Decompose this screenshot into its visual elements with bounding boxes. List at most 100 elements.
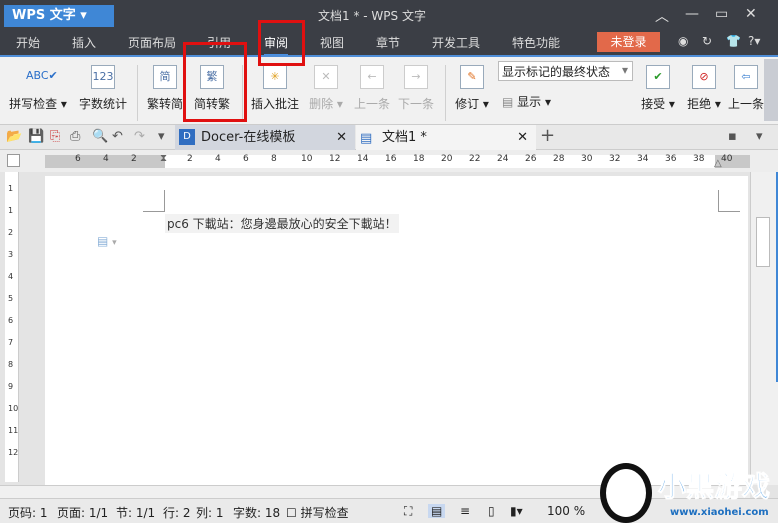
maximize-button[interactable]: ▭ xyxy=(715,6,728,22)
window-title: 文档1 * - WPS 文字 xyxy=(318,9,426,23)
reject-button[interactable]: ⊘ 拒绝 ▾ xyxy=(684,65,724,112)
page-view-icon[interactable]: ▤ xyxy=(428,504,446,518)
tab-features[interactable]: 特色功能 xyxy=(512,34,560,51)
tab-chapter[interactable]: 章节 xyxy=(376,34,400,51)
margin-corner xyxy=(143,190,165,212)
show-button[interactable]: ▤ 显示 ▾ xyxy=(502,93,551,110)
highlight-review-tab xyxy=(258,20,305,66)
tab-list-icon[interactable]: ▪ xyxy=(728,129,737,144)
word-count-button[interactable]: 123 字数统计 xyxy=(76,65,130,112)
word-doc-icon: ▤ xyxy=(360,131,373,146)
document-text[interactable]: pc6 下載站：您身邊最放心的安全下載站！ xyxy=(165,214,399,233)
tab-insert[interactable]: 插入 xyxy=(72,34,96,51)
ruler-tick: 38 xyxy=(693,154,705,164)
close-tab-icon[interactable]: ✕ xyxy=(517,125,528,150)
zoom-level[interactable]: 100 % xyxy=(547,504,585,518)
collapse-ribbon-icon[interactable]: ︿ xyxy=(655,6,669,26)
ruler-tick: 4 xyxy=(103,154,109,164)
reading-view-icon[interactable]: ▮▾ xyxy=(510,504,523,518)
abc-check-icon: ABC✔ xyxy=(26,69,58,82)
close-tab-icon[interactable]: ✕ xyxy=(336,125,347,150)
divider xyxy=(137,65,138,121)
previous-comment-button[interactable]: ← 上一条 xyxy=(352,65,392,112)
margin-corner xyxy=(718,190,740,212)
web-view-icon[interactable]: ▯ xyxy=(488,504,495,518)
label: 繁转简 xyxy=(146,97,183,111)
help-icon[interactable]: ?▾ xyxy=(748,34,760,48)
label: 拒绝 xyxy=(687,97,712,111)
minimize-button[interactable]: — xyxy=(685,6,699,22)
page-number: 页码: 1 xyxy=(8,506,48,520)
previous-change-button[interactable]: ⇦ 上一条 xyxy=(728,65,764,112)
vruler-tick: 7 xyxy=(8,338,14,347)
tab-document1[interactable]: ▤ 文档1 * ✕ xyxy=(356,125,536,150)
label: 上一条 xyxy=(353,97,390,111)
label: 修订 xyxy=(455,97,480,111)
markup-mode-select[interactable]: 显示标记的最终状态 ▾ xyxy=(498,61,633,81)
close-button[interactable]: ✕ xyxy=(745,6,757,22)
print-icon[interactable]: ⎙ xyxy=(70,129,80,144)
outline-view-icon[interactable]: ≡ xyxy=(460,504,470,518)
vruler-tick: 12 xyxy=(8,448,19,457)
undo-icon[interactable]: ↶ xyxy=(112,129,123,144)
ruler-tick: 34 xyxy=(637,154,649,164)
accept-button[interactable]: ✔ 接受 ▾ xyxy=(638,65,678,112)
tab-view[interactable]: 视图 xyxy=(320,34,344,51)
ribbon-scroll-right[interactable] xyxy=(764,59,778,121)
tab-stop-selector[interactable] xyxy=(7,154,20,167)
next-comment-button[interactable]: → 下一条 xyxy=(396,65,436,112)
export-pdf-icon[interactable]: ⎘ xyxy=(50,129,60,144)
vruler-tick: 2 xyxy=(8,228,14,237)
traditional-to-simplified-button[interactable]: 简繁转简 xyxy=(144,65,186,112)
spell-check-button[interactable]: ABC✔ 拼写检查 ▾ xyxy=(8,65,68,112)
ruler-tick: 26 xyxy=(525,154,537,164)
app-menu-button[interactable]: WPS 文字 ▾ xyxy=(4,5,114,27)
customize-icon[interactable]: ▾ xyxy=(158,129,165,144)
tab-menu-icon[interactable]: ▾ xyxy=(756,129,763,144)
label: 下一条 xyxy=(397,97,434,111)
vertical-ruler[interactable]: 1 1 2 3 4 5 6 7 8 9 10 11 12 xyxy=(5,172,19,482)
track-changes-button[interactable]: ✎ 修订 ▾ xyxy=(452,65,492,112)
shirt-icon[interactable]: 👕 xyxy=(726,34,741,48)
fullscreen-icon[interactable]: ⛶ xyxy=(404,504,412,519)
tab-label: Docer-在线模板 xyxy=(201,130,296,145)
vruler-tick: 4 xyxy=(8,272,14,281)
delete-comment-button[interactable]: ✕ 删除 ▾ xyxy=(306,65,346,112)
sync-icon[interactable]: ↻ xyxy=(702,34,712,48)
label: 接受 xyxy=(641,97,666,111)
insert-comment-button[interactable]: ✳ 插入批注 xyxy=(248,65,302,112)
login-button[interactable]: 未登录 xyxy=(597,32,660,52)
horizontal-ruler[interactable]: ⧗ △ 6 4 2 2 4 6 8 10 12 14 16 18 20 22 24 26 28 30 32 34 36 3… xyxy=(0,150,778,172)
print-preview-icon[interactable]: 🔍 xyxy=(92,129,108,144)
paragraph-icon[interactable]: ▤ ▾ xyxy=(97,234,117,248)
ruler-tick: 4 xyxy=(215,154,221,164)
label: 拼写检查 xyxy=(300,506,349,520)
skin-icon[interactable]: ◉ xyxy=(678,34,688,48)
tab-page-layout[interactable]: 页面布局 xyxy=(128,34,176,51)
document-icon: ▤ xyxy=(502,95,514,109)
ruler-tick: 6 xyxy=(75,154,81,164)
redo-icon[interactable]: ↷ xyxy=(134,129,145,144)
vruler-tick: 1 xyxy=(8,184,14,193)
section: 节: 1/1 xyxy=(116,506,156,520)
next-icon: → xyxy=(404,65,428,89)
scrollbar-thumb[interactable] xyxy=(756,217,770,267)
vruler-tick: 8 xyxy=(8,360,14,369)
ruler-tick: 36 xyxy=(665,154,677,164)
new-tab-button[interactable]: + xyxy=(540,125,555,146)
ruler-tick: 18 xyxy=(413,154,425,164)
tab-developer[interactable]: 开发工具 xyxy=(432,34,480,51)
tab-home[interactable]: 开始 xyxy=(16,34,40,51)
vruler-tick: 1 xyxy=(8,206,14,215)
ruler-tick: 6 xyxy=(243,154,249,164)
previous-change-icon: ⇦ xyxy=(734,65,758,89)
save-icon[interactable]: 💾 xyxy=(28,129,44,144)
open-icon[interactable]: 📂 xyxy=(6,129,22,144)
ruler-tick: 8 xyxy=(271,154,277,164)
new-comment-icon: ✳ xyxy=(263,65,287,89)
label: 删除 xyxy=(309,97,334,111)
tab-docer[interactable]: D Docer-在线模板 ✕ xyxy=(175,125,355,150)
indent-marker[interactable]: ⧗ xyxy=(160,153,167,164)
vertical-scrollbar[interactable] xyxy=(750,172,778,485)
spell-check-toggle[interactable]: ☐ 拼写检查 xyxy=(286,504,349,521)
